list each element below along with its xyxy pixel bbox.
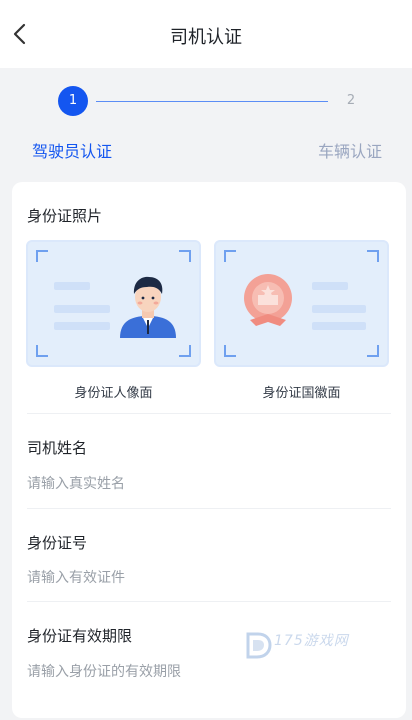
divider: [27, 601, 391, 602]
step-2-label: 车辆认证: [318, 142, 383, 161]
watermark-text: 175游戏网: [274, 633, 349, 649]
id-number-label: 身份证号: [27, 534, 88, 552]
divider: [27, 413, 391, 414]
id-number-input[interactable]: [27, 565, 367, 591]
step-connector-line: [96, 101, 328, 102]
watermark-logo-icon: [246, 632, 272, 659]
national-emblem-icon: [244, 274, 292, 326]
id-photo-section-title: 身份证照片: [27, 207, 103, 225]
watermark: 175游戏网: [244, 628, 368, 664]
nav-bar: 司机认证: [0, 0, 412, 68]
placeholder-line: [54, 282, 90, 290]
step-1-label: 驾驶员认证: [32, 142, 113, 161]
frame-corner: [179, 345, 191, 357]
id-back-upload[interactable]: [214, 240, 389, 367]
placeholder-line: [54, 305, 110, 313]
placeholder-line: [54, 322, 110, 330]
step-1-indicator: 1: [58, 86, 88, 116]
placeholder-line: [312, 305, 366, 313]
frame-corner: [224, 345, 236, 357]
driver-name-input[interactable]: [27, 471, 367, 497]
id-front-caption: 身份证人像面: [74, 386, 153, 401]
page-title: 司机认证: [170, 27, 242, 48]
frame-corner: [36, 250, 48, 262]
placeholder-line: [312, 322, 366, 330]
frame-corner: [224, 250, 236, 262]
step-2-indicator: 2: [346, 93, 356, 108]
frame-corner: [179, 250, 191, 262]
portrait-avatar-icon: [120, 276, 176, 338]
id-back-caption: 身份证国徽面: [262, 386, 341, 401]
id-front-upload[interactable]: [26, 240, 201, 367]
driver-name-label: 司机姓名: [27, 439, 88, 457]
placeholder-line: [312, 282, 348, 290]
divider: [27, 508, 391, 509]
frame-corner: [367, 345, 379, 357]
frame-corner: [36, 345, 48, 357]
frame-corner: [367, 250, 379, 262]
id-validity-label: 身份证有效期限: [27, 627, 133, 645]
